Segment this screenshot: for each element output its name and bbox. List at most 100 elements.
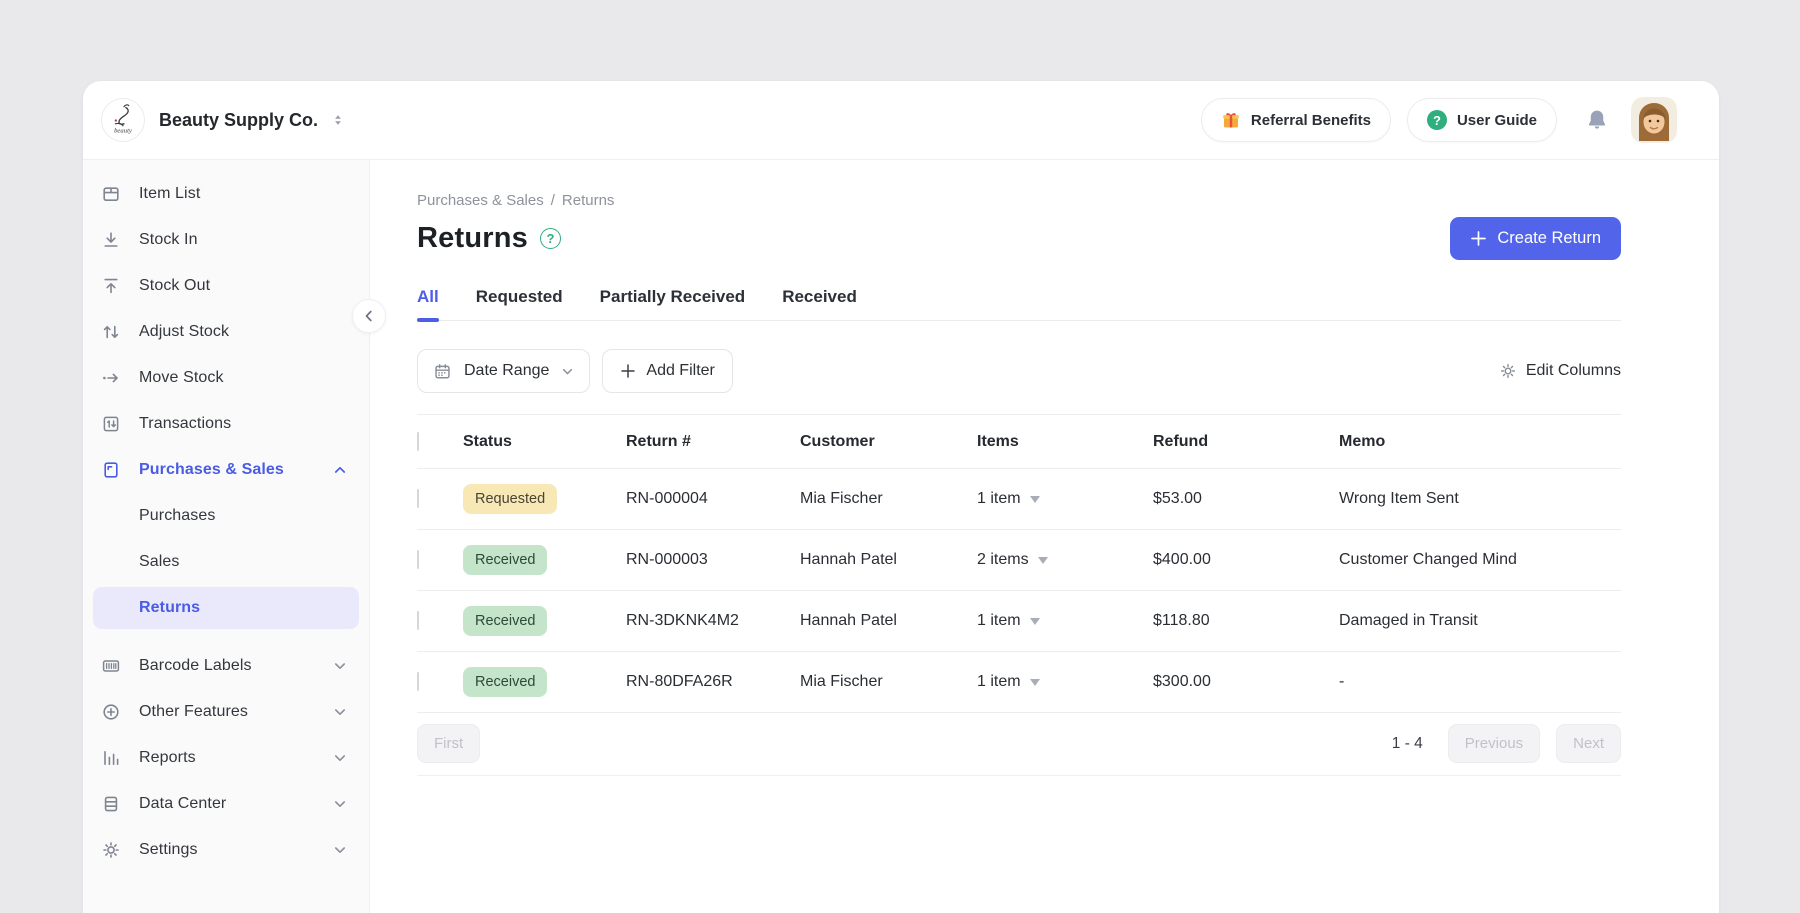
- tab-partially-received[interactable]: Partially Received: [600, 287, 746, 320]
- items-expand-icon[interactable]: [1030, 679, 1040, 686]
- sidebar-item-stock-in[interactable]: Stock In: [93, 219, 359, 261]
- tab-label: Partially Received: [600, 287, 746, 306]
- table-row[interactable]: Received RN-3DKNK4M2 Hannah Patel 1 item…: [417, 591, 1621, 652]
- filter-toolbar: Date Range Add Filter Edit Columns: [417, 349, 1621, 393]
- gear-icon: [1499, 362, 1517, 380]
- sidebar-item-sales[interactable]: Sales: [93, 541, 359, 583]
- sidebar-item-reports[interactable]: Reports: [93, 737, 359, 779]
- sidebar-item-label: Move Stock: [139, 369, 347, 387]
- sidebar-item-data-center[interactable]: Data Center: [93, 783, 359, 825]
- customer-cell: Hannah Patel: [800, 612, 977, 630]
- row-checkbox[interactable]: [417, 672, 419, 691]
- next-page-button[interactable]: Next: [1556, 724, 1621, 763]
- top-header: beauty Beauty Supply Co. Referral Benefi…: [83, 81, 1719, 160]
- customer-cell: Mia Fischer: [800, 673, 977, 691]
- logo-art-icon: beauty: [102, 98, 144, 142]
- items-count: 1 item: [977, 612, 1021, 630]
- sidebar-collapse-button[interactable]: [352, 299, 386, 333]
- add-filter-button[interactable]: Add Filter: [602, 349, 732, 393]
- sidebar-group-gap: [93, 633, 359, 645]
- sidebar-item-settings[interactable]: Settings: [93, 829, 359, 871]
- pagination: First 1 - 4 Previous Next: [417, 724, 1621, 763]
- items-expand-icon[interactable]: [1030, 496, 1040, 503]
- create-return-button[interactable]: Create Return: [1450, 217, 1621, 260]
- company-name: Beauty Supply Co.: [159, 110, 318, 131]
- items-expand-icon[interactable]: [1030, 618, 1040, 625]
- sidebar-item-label: Reports: [139, 749, 333, 767]
- breadcrumb-separator: /: [551, 192, 555, 209]
- sidebar-item-other-features[interactable]: Other Features: [93, 691, 359, 733]
- previous-page-button[interactable]: Previous: [1448, 724, 1540, 763]
- workspace-switcher-icon[interactable]: [330, 112, 346, 128]
- referral-benefits-button[interactable]: Referral Benefits: [1201, 98, 1391, 142]
- edit-columns-button[interactable]: Edit Columns: [1499, 362, 1621, 380]
- column-header-refund[interactable]: Refund: [1153, 433, 1339, 451]
- table-row[interactable]: Received RN-000003 Hannah Patel 2 items …: [417, 530, 1621, 591]
- chevron-left-icon: [362, 309, 376, 323]
- tab-received[interactable]: Received: [782, 287, 857, 320]
- help-icon[interactable]: ?: [540, 228, 561, 249]
- refund-cell: $400.00: [1153, 551, 1339, 569]
- memo-cell: Customer Changed Mind: [1339, 551, 1621, 569]
- status-badge: Received: [463, 667, 547, 697]
- row-checkbox[interactable]: [417, 611, 419, 630]
- sidebar-item-purchases[interactable]: Purchases: [93, 495, 359, 537]
- returns-table: Status Return # Customer Items Refund Me…: [417, 414, 1621, 713]
- sidebar-item-returns[interactable]: Returns: [93, 587, 359, 629]
- tab-requested[interactable]: Requested: [476, 287, 563, 320]
- items-expand-icon[interactable]: [1038, 557, 1048, 564]
- column-header-memo[interactable]: Memo: [1339, 433, 1621, 451]
- column-header-status[interactable]: Status: [463, 433, 626, 451]
- row-checkbox[interactable]: [417, 550, 419, 569]
- sidebar-item-adjust-stock[interactable]: Adjust Stock: [93, 311, 359, 353]
- date-range-label: Date Range: [464, 362, 549, 380]
- pagination-right: 1 - 4 Previous Next: [1392, 724, 1621, 763]
- bar-chart-icon: [101, 748, 121, 768]
- calendar-icon: [433, 362, 452, 381]
- sidebar-item-item-list[interactable]: Item List: [93, 173, 359, 215]
- sidebar-item-barcode-labels[interactable]: Barcode Labels: [93, 645, 359, 687]
- first-page-button[interactable]: First: [417, 724, 480, 763]
- sidebar-item-move-stock[interactable]: Move Stock: [93, 357, 359, 399]
- select-all-checkbox[interactable]: [417, 432, 419, 451]
- plus-icon: [1470, 230, 1487, 247]
- svg-text:beauty: beauty: [114, 127, 132, 134]
- refund-cell: $53.00: [1153, 490, 1339, 508]
- sidebar-item-label: Adjust Stock: [139, 323, 347, 341]
- memo-cell: Wrong Item Sent: [1339, 490, 1621, 508]
- table-row[interactable]: Requested RN-000004 Mia Fischer 1 item $…: [417, 469, 1621, 530]
- return-number-cell: RN-80DFA26R: [626, 673, 800, 691]
- sidebar-item-transactions[interactable]: Transactions: [93, 403, 359, 445]
- notifications-bell-icon[interactable]: [1585, 108, 1609, 132]
- tab-all[interactable]: All: [417, 287, 439, 320]
- row-checkbox[interactable]: [417, 489, 419, 508]
- status-badge: Received: [463, 545, 547, 575]
- memo-cell: -: [1339, 673, 1621, 691]
- date-range-select[interactable]: Date Range: [417, 349, 590, 393]
- sidebar-item-label: Transactions: [139, 415, 347, 433]
- chevron-down-icon: [333, 797, 347, 811]
- column-header-customer[interactable]: Customer: [800, 433, 977, 451]
- active-tab-underline: [417, 318, 439, 322]
- table-row[interactable]: Received RN-80DFA26R Mia Fischer 1 item …: [417, 652, 1621, 713]
- sidebar-item-label: Returns: [139, 599, 347, 617]
- question-circle-icon: ?: [1427, 110, 1447, 130]
- sidebar-item-stock-out[interactable]: Stock Out: [93, 265, 359, 307]
- header-actions: Referral Benefits ? User Guide: [1201, 97, 1677, 143]
- return-number-cell: RN-000003: [626, 551, 800, 569]
- box-icon: [101, 184, 121, 204]
- user-guide-button[interactable]: ? User Guide: [1407, 98, 1557, 142]
- sidebar-item-purchases-sales[interactable]: Purchases & Sales: [93, 449, 359, 491]
- title-row: Returns ? Create Return: [417, 217, 1621, 260]
- breadcrumb-parent[interactable]: Purchases & Sales: [417, 192, 544, 209]
- column-header-items[interactable]: Items: [977, 433, 1153, 451]
- column-header-return-no[interactable]: Return #: [626, 433, 800, 451]
- sidebar-item-label: Stock In: [139, 231, 347, 249]
- company-logo[interactable]: beauty: [101, 98, 145, 142]
- customer-cell: Mia Fischer: [800, 490, 977, 508]
- breadcrumb-current: Returns: [562, 192, 615, 209]
- transactions-icon: [101, 414, 121, 434]
- user-avatar[interactable]: [1631, 97, 1677, 143]
- tab-label: Received: [782, 287, 857, 306]
- breadcrumb: Purchases & Sales / Returns: [417, 192, 1621, 209]
